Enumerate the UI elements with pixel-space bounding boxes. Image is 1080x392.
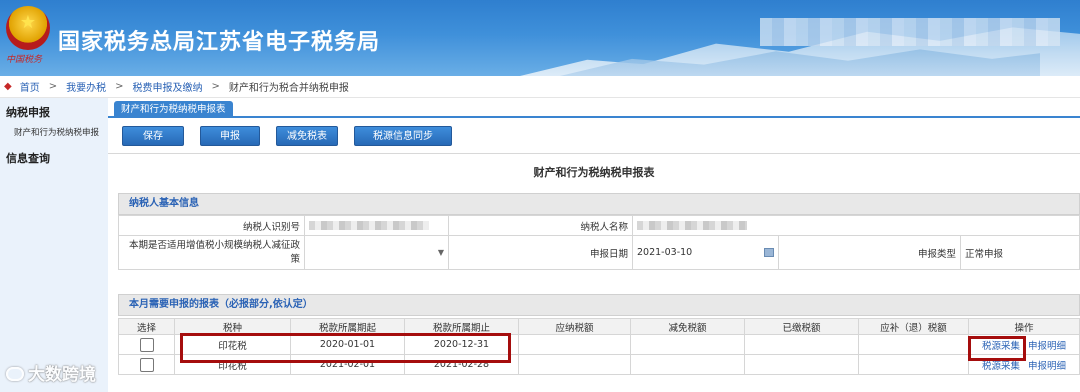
policy-label: 本期是否适用增值税小规模纳税人减征政策 [118,235,305,270]
breadcrumb-separator: > [211,81,220,92]
watermark-text: 大数跨境 [28,365,96,385]
redacted-value [637,221,747,230]
col-select: 选择 [118,318,175,335]
row-tax-payable [518,334,631,355]
motto-text: 中国税务 [6,55,43,65]
col-tax-due: 应补（退）税额 [858,318,969,335]
breadcrumb-home[interactable]: 首页 [20,79,40,94]
basic-info-heading: 纳税人基本信息 [118,193,1080,215]
row-tax-due [858,354,969,375]
breadcrumb-current: 财产和行为税合并纳税申报 [228,83,349,94]
col-tax-reduced: 减免税额 [630,318,745,335]
policy-select[interactable]: ▼ [304,235,449,270]
row-tax-reduced [630,354,745,375]
breadcrumb-separator: > [48,81,58,92]
table-header-row: 选择 税种 税款所属期起 税款所属期止 应纳税额 减免税额 已缴税额 应补（退）… [118,318,1080,335]
col-period-end: 税款所属期止 [404,318,519,335]
declare-detail-link[interactable]: 申报明细 [1028,361,1066,372]
col-tax-paid: 已缴税额 [744,318,859,335]
tab-property-tax-form[interactable]: 财产和行为税纳税申报表 [114,101,233,118]
row-tax-type: 印花税 [174,334,291,355]
chevron-down-icon: ▼ [437,248,444,257]
row-tax-payable [518,354,631,375]
sidebar-section-query[interactable]: 信息查询 [0,144,108,170]
sync-tax-source-button[interactable]: 税源信息同步 [354,126,452,146]
row-select-cell [118,354,175,375]
breadcrumb-my-tax[interactable]: 我要办税 [66,79,106,94]
watermark-logo-icon [6,367,24,381]
sidebar: 纳税申报 财产和行为税纳税申报 信息查询 [0,98,108,392]
tab-bar: 财产和行为税纳税申报表 [108,98,1080,118]
calendar-icon[interactable] [764,248,774,257]
row-checkbox[interactable] [139,357,154,372]
row-tax-paid [744,354,859,375]
row-checkbox[interactable] [139,337,154,352]
redacted-value [309,221,429,230]
declare-type-value: 正常申报 [960,235,1080,270]
header-banner: ★ 中国税务 国家税务总局江苏省电子税务局 [0,0,1080,76]
declare-detail-link[interactable]: 申报明细 [1028,341,1066,352]
reports-heading: 本月需要申报的报表（必报部分,依认定） [118,294,1080,316]
table-row: 印花税 2021-02-01 2021-02-28 税源采集 申报明细 [118,354,1080,375]
row-actions: 税源采集 申报明细 [968,354,1080,375]
declare-date-value: 2021-03-10 [637,247,693,258]
col-tax-payable: 应纳税额 [518,318,631,335]
declare-button[interactable]: 申报 [200,126,260,146]
row-period-start: 2021-02-01 [290,354,405,375]
save-button[interactable]: 保存 [122,126,184,146]
row-tax-due [858,334,969,355]
table-row: 印花税 2020-01-01 2020-12-31 税源采集 申报明细 [118,334,1080,355]
row-period-end: 2021-02-28 [404,354,519,375]
breadcrumb-tax-declare[interactable]: 税费申报及缴纳 [132,79,202,94]
sidebar-item-property-tax[interactable]: 财产和行为税纳税申报 [0,124,108,144]
banner-great-wall [760,18,1060,46]
reduce-tax-button[interactable]: 减免税表 [276,126,338,146]
breadcrumb: ◆ 首页 > 我要办税 > 税费申报及缴纳 > 财产和行为税合并纳税申报 [0,76,1080,98]
taxpayer-name-label: 纳税人名称 [448,215,633,236]
home-icon: ◆ [4,81,12,92]
taxpayer-name-value [632,215,1080,236]
col-period-start: 税款所属期起 [290,318,405,335]
row-select-cell [118,334,175,355]
declare-date-field[interactable]: 2021-03-10 [632,235,779,270]
tax-emblem-icon: ★ [6,6,50,50]
reports-table: 选择 税种 税款所属期起 税款所属期止 应纳税额 减免税额 已缴税额 应补（退）… [118,318,1080,375]
row-tax-type: 印花税 [174,354,291,375]
row-period-end: 2020-12-31 [404,334,519,355]
row-actions: 税源采集 申报明细 [968,334,1080,355]
declare-date-label: 申报日期 [448,235,633,270]
row-tax-reduced [630,334,745,355]
col-actions: 操作 [968,318,1080,335]
toolbar: 保存 申报 减免税表 税源信息同步 [108,120,1080,154]
watermark: 大数跨境 [6,360,96,385]
form-title: 财产和行为税纳税申报表 [533,166,655,179]
row-tax-paid [744,334,859,355]
basic-info-table: 纳税人识别号 纳税人名称 本期是否适用增值税小规模纳税人减征政策 ▼ 申报日期 … [118,215,1080,270]
taxpayer-id-value [304,215,449,236]
breadcrumb-separator: > [115,81,124,92]
sidebar-section-declare[interactable]: 纳税申报 [0,98,108,124]
col-tax-type: 税种 [174,318,291,335]
main-content: 财产和行为税纳税申报表 保存 申报 减免税表 税源信息同步 财产和行为税纳税申报… [108,98,1080,392]
taxpayer-id-label: 纳税人识别号 [118,215,305,236]
site-title: 国家税务总局江苏省电子税务局 [58,30,381,55]
tax-source-collect-link[interactable]: 税源采集 [982,361,1020,372]
tax-source-collect-link[interactable]: 税源采集 [982,341,1020,352]
declare-type-label: 申报类型 [778,235,961,270]
row-period-start: 2020-01-01 [290,334,405,355]
